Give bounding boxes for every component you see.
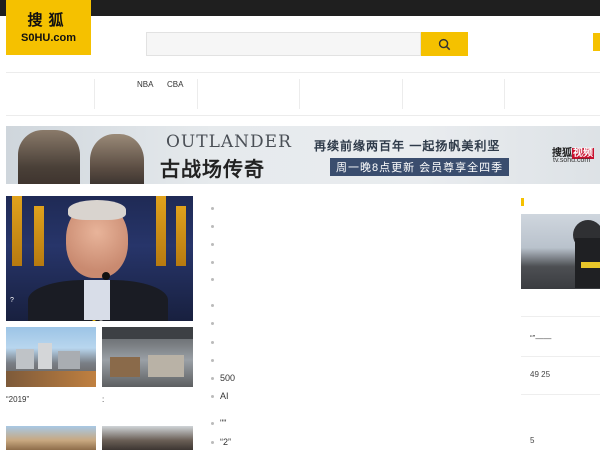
list-item[interactable]: AI xyxy=(211,391,229,401)
list-item[interactable] xyxy=(211,355,220,365)
list-item[interactable] xyxy=(211,274,220,284)
list-item-text: "" xyxy=(220,418,227,428)
nav-divider xyxy=(504,79,505,109)
bullet-dot xyxy=(211,207,214,211)
hero-flag xyxy=(12,196,22,266)
thumb-stall xyxy=(148,355,184,377)
list-item[interactable]: “2” xyxy=(211,437,231,447)
bullet-dot xyxy=(211,441,214,445)
thumb-caption[interactable]: “2019” xyxy=(6,395,29,404)
hero-hair xyxy=(68,200,126,220)
banner-title-cn: 古战场传奇 xyxy=(160,157,265,181)
bullet-dot xyxy=(211,359,214,363)
hero-photo[interactable]: ? xyxy=(6,196,193,321)
carousel-dot[interactable] xyxy=(92,320,96,321)
divider xyxy=(521,394,600,395)
banner-brand-url: tv.sohu.com xyxy=(553,157,591,164)
right-text[interactable]: 5 xyxy=(530,436,534,445)
right-photo[interactable] xyxy=(521,214,600,289)
hero-caption: ? xyxy=(10,297,14,304)
nav-link-nba[interactable]: NBA xyxy=(137,80,153,89)
sohu-logo[interactable]: 搜狐 S0HU.com xyxy=(6,0,91,55)
thumb-roof xyxy=(102,327,193,339)
list-item[interactable] xyxy=(211,203,220,213)
carousel-dot[interactable] xyxy=(99,320,103,321)
list-item[interactable] xyxy=(211,300,220,310)
thumb-caption[interactable]: : xyxy=(102,395,104,404)
list-item[interactable] xyxy=(211,239,220,249)
list-item[interactable] xyxy=(211,337,220,347)
nav-divider xyxy=(197,79,198,109)
list-item[interactable] xyxy=(211,257,220,267)
nav-divider xyxy=(299,79,300,109)
channel-nav: NBA CBA xyxy=(6,72,600,116)
right-text[interactable]: 49 25 xyxy=(530,370,550,379)
search-input[interactable] xyxy=(146,32,421,56)
hero-flag xyxy=(176,206,186,266)
banner-figure-man xyxy=(18,130,80,184)
bullet-dot xyxy=(211,322,214,326)
bullet-dot xyxy=(211,377,214,381)
hero-flag xyxy=(156,196,166,266)
search-bar xyxy=(146,32,468,56)
thumb-building xyxy=(38,343,52,369)
list-item[interactable] xyxy=(211,221,220,231)
right-column: “”—— 49 25 5 xyxy=(521,196,600,450)
thumb-stall xyxy=(110,357,140,377)
search-icon xyxy=(438,38,451,50)
thumb-market[interactable] xyxy=(102,327,193,387)
list-item[interactable]: "" xyxy=(211,418,226,428)
bullet-dot xyxy=(211,225,214,229)
banner-figure-woman xyxy=(90,134,144,184)
banner-title-en: OUTLANDER xyxy=(166,132,292,152)
thumb-road xyxy=(6,371,96,387)
divider xyxy=(521,356,600,357)
list-item-text: “2” xyxy=(220,437,231,447)
logo-cn: 搜狐 xyxy=(27,10,70,29)
carousel-dots xyxy=(92,311,106,321)
thumb-building xyxy=(16,349,34,369)
section-marker xyxy=(521,198,524,206)
right-text[interactable]: “”—— xyxy=(530,334,551,343)
nav-divider xyxy=(94,79,95,109)
banner-subtag: 周一晚8点更新 会员尊享全四季 xyxy=(330,158,510,176)
banner-tagline: 再续前缘两百年 一起扬帆美利坚 xyxy=(314,139,501,153)
nav-link-cba[interactable]: CBA xyxy=(167,80,183,89)
bullet-dot xyxy=(211,395,214,399)
bullet-dot xyxy=(211,243,214,247)
bullet-dot xyxy=(211,304,214,308)
thumb-building-photo[interactable] xyxy=(6,426,96,450)
search-button[interactable] xyxy=(421,32,468,56)
login-button[interactable] xyxy=(593,33,600,51)
right-photo-vest xyxy=(581,262,600,268)
hero-flag xyxy=(34,206,44,266)
microphone-icon xyxy=(102,272,110,280)
list-item[interactable]: 500 xyxy=(211,373,235,383)
bullet-dot xyxy=(211,278,214,282)
thumb-building xyxy=(58,351,80,369)
ad-banner-outlander[interactable]: OUTLANDER 古战场传奇 再续前缘两百年 一起扬帆美利坚 周一晚8点更新 … xyxy=(6,126,600,184)
bullet-dot xyxy=(211,422,214,426)
bullet-dot xyxy=(211,261,214,265)
list-item-text: 500 xyxy=(220,373,236,383)
logo-en: S0HU.com xyxy=(20,31,77,44)
nav-divider xyxy=(402,79,403,109)
thumb-city[interactable] xyxy=(6,327,96,387)
divider xyxy=(521,316,600,317)
bullet-dot xyxy=(211,341,214,345)
thumb-crowd-photo[interactable] xyxy=(102,426,193,450)
list-item-text: AI xyxy=(220,391,229,401)
list-item[interactable] xyxy=(211,318,220,328)
